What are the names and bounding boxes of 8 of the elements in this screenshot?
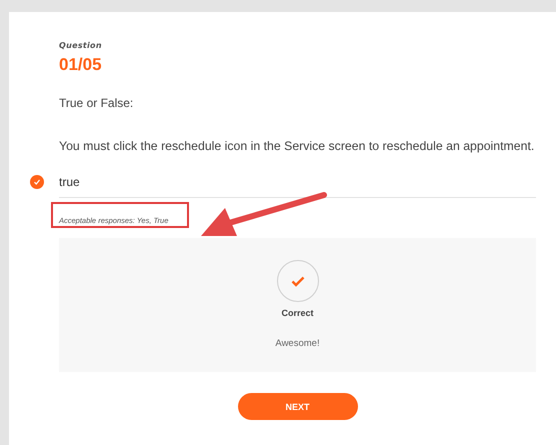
question-statement: You must click the reschedule icon in the Service screen to reschedule an appointment. [59, 139, 536, 153]
feedback-message: Awesome! [275, 338, 320, 349]
question-label: Question [59, 40, 103, 50]
answer-text: true [59, 175, 80, 189]
feedback-result: Correct [281, 308, 314, 318]
question-prompt: True or False: [59, 96, 134, 110]
answer-field[interactable]: true [59, 167, 536, 198]
question-counter: 01/05 [59, 55, 103, 75]
